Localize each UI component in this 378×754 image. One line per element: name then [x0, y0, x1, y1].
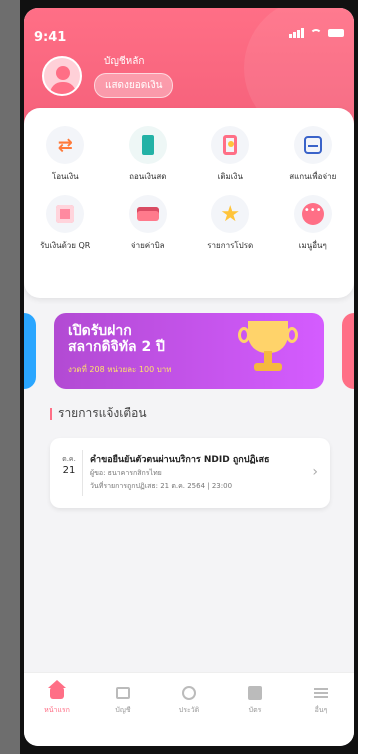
notification-month: ต.ค. [62, 455, 76, 463]
tab-account[interactable]: บัญชี [98, 685, 148, 716]
promo-banner[interactable]: เปิดรับฝาก สลากดิจิทัล 2 ปี งวดที่ 208 ห… [54, 313, 324, 389]
notification-title: คำขอยืนยันตัวตนผ่านบริการ NDID ถูกปฏิเสธ [90, 455, 270, 465]
notification-text: คำขอยืนยันตัวตนผ่านบริการ NDID ถูกปฏิเสธ… [90, 452, 300, 492]
divider [82, 450, 83, 496]
tab-label: หน้าแรก [44, 706, 70, 714]
trophy-cup [248, 321, 288, 353]
avatar-head-icon [56, 66, 70, 80]
card-icon [246, 685, 264, 701]
tab-history[interactable]: ประวัติ [164, 685, 214, 716]
status-time: 9:41 [34, 30, 67, 45]
menu-label: เติมเงิน [217, 172, 243, 181]
menu-scan[interactable]: สแกนเพื่อจ่าย [272, 126, 355, 183]
chevron-right-icon[interactable]: › [312, 464, 318, 480]
banner-title-line2: สลากดิจิทัล 2 ปี [68, 339, 165, 355]
more-icon: ••• [293, 195, 332, 233]
trophy-icon [238, 321, 298, 383]
qr-icon [46, 195, 85, 233]
menu-topup[interactable]: เติมเงิน [189, 126, 272, 183]
account-label: บัญชีหลัก [104, 56, 145, 67]
menu-withdraw[interactable]: ถอนเงินสด [107, 126, 190, 183]
menu-more[interactable]: ••• เมนูอื่นๆ [272, 195, 355, 252]
menu-qr[interactable]: รับเงินด้วย QR [24, 195, 107, 252]
menu-label: รับเงินด้วย QR [40, 241, 91, 250]
menu-transfer[interactable]: ⇄ โอนเงิน [24, 126, 107, 183]
withdraw-icon [128, 126, 167, 164]
tab-label: บัตร [248, 706, 262, 714]
notification-line-2: วันที่รายการถูกปฏิเสธ: 21 ต.ค. 2564 | 23… [90, 482, 233, 490]
banner-next-peek[interactable] [342, 313, 354, 389]
signal-icon [289, 28, 304, 38]
notification-date: ต.ค. 21 [60, 454, 78, 476]
tab-label: บัญชี [115, 706, 131, 714]
status-bar: 9:41 [24, 8, 354, 52]
menu-label: ถอนเงินสด [129, 172, 167, 181]
avatar-body-icon [50, 82, 76, 94]
menu-favorites[interactable]: ★ รายการโปรด [189, 195, 272, 252]
notifications-title: รายการแจ้งเตือน [50, 404, 147, 423]
user-block: บัญชีหลัก แสดงยอดเงิน [42, 54, 174, 98]
trophy-stem [264, 351, 272, 363]
card-icon [128, 195, 167, 233]
wifi-icon [310, 28, 322, 38]
tab-cards[interactable]: บัตร [230, 685, 280, 716]
tab-home[interactable]: หน้าแรก [32, 680, 82, 716]
tab-label: ประวัติ [178, 706, 200, 714]
tab-label: อื่นๆ [314, 706, 328, 714]
avatar[interactable] [42, 56, 82, 96]
notification-card[interactable]: ต.ค. 21 คำขอยืนยันตัวตนผ่านบริการ NDID ถ… [50, 438, 330, 508]
star-icon: ★ [211, 195, 250, 233]
quick-menu-card: ⇄ โอนเงิน ถอนเงินสด เติมเงิน สแกนเพื่อจ่… [24, 108, 354, 298]
banner-prev-peek[interactable] [24, 313, 36, 389]
transfer-icon: ⇄ [46, 126, 85, 164]
app-screen: 9:41 บัญชีหลัก แสดงยอดเงิน ⇄ โอนเงิน ถอน… [24, 8, 354, 746]
battery-icon [328, 29, 344, 37]
menu-label: รายการโปรด [207, 241, 254, 250]
home-icon [48, 680, 66, 701]
banner-title-line1: เปิดรับฝาก [68, 323, 132, 339]
status-icons [289, 28, 344, 38]
notification-day: 21 [62, 465, 76, 476]
menu-icon [312, 685, 330, 701]
bottom-tab-bar: หน้าแรก บัญชี ประวัติ บัตร อื่นๆ [24, 672, 354, 746]
banner-subtitle: งวดที่ 208 หน่วยละ 100 บาท [68, 365, 172, 374]
book-icon [114, 685, 132, 701]
scan-icon [293, 126, 332, 164]
quick-menu-grid: ⇄ โอนเงิน ถอนเงินสด เติมเงิน สแกนเพื่อจ่… [24, 126, 354, 252]
menu-label: สแกนเพื่อจ่าย [289, 172, 337, 181]
notification-line-1: ผู้ขอ: ธนาคารกสิกรไทย [90, 469, 162, 477]
menu-bill[interactable]: จ่ายค่าบิล [107, 195, 190, 252]
trophy-base [254, 363, 282, 371]
menu-label: จ่ายค่าบิล [130, 241, 165, 250]
tabs: หน้าแรก บัญชี ประวัติ บัตร อื่นๆ [24, 680, 354, 716]
clock-icon [180, 685, 198, 701]
menu-label: โอนเงิน [51, 172, 79, 181]
banner-title: เปิดรับฝาก สลากดิจิทัล 2 ปี [68, 323, 165, 355]
topup-icon [211, 126, 250, 164]
user-info: บัญชีหลัก แสดงยอดเงิน [94, 54, 174, 98]
tab-more[interactable]: อื่นๆ [296, 685, 346, 716]
page-margin-right [358, 0, 378, 754]
show-balance-button[interactable]: แสดงยอดเงิน [94, 73, 174, 98]
menu-label: เมนูอื่นๆ [298, 241, 327, 250]
